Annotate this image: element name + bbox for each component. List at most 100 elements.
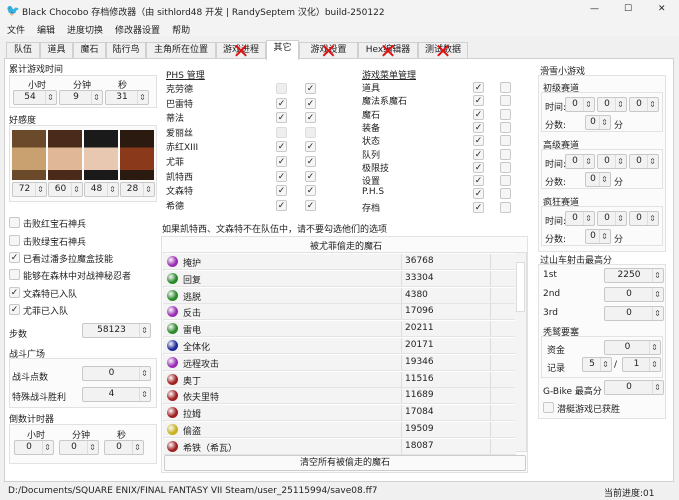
party-checkbox[interactable] bbox=[305, 199, 316, 211]
course-time-spin[interactable]: 0 bbox=[565, 154, 595, 169]
table-row[interactable]: 远程攻击 19346 bbox=[163, 354, 516, 371]
menu-visible-checkbox[interactable] bbox=[473, 201, 484, 213]
course-time-spin[interactable]: 0 bbox=[597, 211, 627, 226]
menu-visible-checkbox[interactable] bbox=[473, 148, 484, 160]
playtime-spin[interactable]: 31 bbox=[105, 90, 149, 105]
phs-checkbox[interactable] bbox=[276, 112, 287, 124]
table-row[interactable]: 偷盗 19509 bbox=[163, 422, 516, 438]
table-row[interactable]: 拉姆 17084 bbox=[163, 405, 516, 422]
course-time-spin[interactable]: 0 bbox=[565, 211, 595, 226]
tab-7[interactable]: 游戏设置 ✕ bbox=[299, 41, 358, 61]
tab-6[interactable]: 其它 bbox=[266, 40, 299, 60]
menu-visible-checkbox[interactable] bbox=[473, 188, 484, 200]
fort-funds-spin[interactable]: 0 bbox=[604, 340, 661, 355]
menu-locked-checkbox[interactable] bbox=[500, 82, 511, 93]
menu-locked-checkbox[interactable] bbox=[500, 135, 511, 147]
gbike-spin[interactable]: 0 bbox=[604, 380, 664, 395]
love-spin[interactable]: 60 bbox=[48, 182, 83, 197]
menu-visible-checkbox[interactable] bbox=[473, 175, 484, 187]
coaster-score-spin[interactable]: 0 bbox=[604, 306, 664, 321]
party-checkbox[interactable] bbox=[305, 170, 316, 182]
menu-item[interactable]: 修改器设置 bbox=[115, 26, 160, 36]
phs-checkbox[interactable] bbox=[276, 156, 287, 167]
menu-locked-checkbox[interactable] bbox=[500, 148, 511, 160]
table-row[interactable]: 雷电 20211 bbox=[163, 321, 516, 338]
maximize-button[interactable]: ☐ bbox=[624, 4, 632, 14]
flag-checkbox[interactable] bbox=[9, 287, 20, 298]
menu-visible-checkbox[interactable] bbox=[473, 108, 484, 120]
table-row[interactable]: 回复 33304 bbox=[163, 270, 516, 287]
flag-checkbox[interactable] bbox=[9, 304, 20, 315]
love-spin[interactable]: 72 bbox=[12, 182, 47, 197]
flag-checkbox[interactable] bbox=[9, 252, 20, 263]
course-time-spin[interactable]: 0 bbox=[565, 97, 595, 112]
minimize-button[interactable]: — bbox=[590, 4, 599, 14]
tab-3[interactable]: 陆行鸟 bbox=[106, 42, 146, 59]
course-score-spin[interactable]: 0 bbox=[585, 115, 611, 130]
tab-9[interactable]: 测试数据 ✕ bbox=[418, 41, 468, 61]
party-checkbox[interactable] bbox=[305, 141, 316, 153]
menu-visible-checkbox[interactable] bbox=[473, 135, 484, 147]
menu-locked-checkbox[interactable] bbox=[500, 175, 511, 187]
love-spin[interactable]: 48 bbox=[84, 182, 119, 197]
table-row[interactable]: 希铁（希瓦） 18087 bbox=[163, 438, 516, 455]
countdown-spin[interactable]: 0 bbox=[59, 440, 99, 455]
battle-points-spin[interactable]: 0 bbox=[82, 366, 151, 381]
phs-checkbox[interactable] bbox=[276, 97, 287, 109]
menu-locked-checkbox[interactable] bbox=[500, 188, 511, 200]
phs-checkbox[interactable] bbox=[276, 141, 287, 153]
course-time-spin[interactable]: 0 bbox=[597, 154, 627, 169]
special-battle-spin[interactable]: 4 bbox=[82, 387, 151, 402]
menu-visible-checkbox[interactable] bbox=[473, 82, 484, 93]
course-time-spin[interactable]: 0 bbox=[597, 97, 627, 112]
phs-checkbox[interactable] bbox=[276, 170, 287, 182]
table-row[interactable]: 奥丁 11516 bbox=[163, 371, 516, 388]
menu-locked-checkbox[interactable] bbox=[500, 161, 511, 173]
menu-locked-checkbox[interactable] bbox=[500, 108, 511, 120]
menu-visible-checkbox[interactable] bbox=[473, 161, 484, 173]
coaster-score-spin[interactable]: 2250 bbox=[604, 268, 664, 283]
table-row[interactable]: 掩护 36768 bbox=[163, 254, 516, 270]
table-row[interactable]: 反击 17096 bbox=[163, 304, 516, 321]
party-checkbox[interactable] bbox=[305, 83, 316, 94]
menu-item[interactable]: 文件 bbox=[7, 26, 25, 36]
table-row[interactable]: 依夫里特 11689 bbox=[163, 388, 516, 405]
table-row[interactable]: 逃脱 4380 bbox=[163, 287, 516, 304]
phs-checkbox[interactable] bbox=[276, 199, 287, 211]
course-time-spin[interactable]: 0 bbox=[629, 211, 659, 226]
table-row[interactable]: 全体化 20171 bbox=[163, 338, 516, 354]
party-checkbox[interactable] bbox=[305, 156, 316, 167]
menu-item[interactable]: 编辑 bbox=[37, 26, 55, 36]
scrollbar-thumb[interactable] bbox=[516, 262, 525, 312]
close-button[interactable]: ✕ bbox=[658, 4, 666, 14]
menu-visible-checkbox[interactable] bbox=[473, 95, 484, 107]
menu-item[interactable]: 进度切换 bbox=[67, 26, 103, 36]
tab-2[interactable]: 魔石 bbox=[73, 42, 106, 59]
menu-locked-checkbox[interactable] bbox=[500, 95, 511, 107]
menu-locked-checkbox[interactable] bbox=[500, 201, 511, 213]
course-score-spin[interactable]: 0 bbox=[585, 229, 611, 244]
submarine-checkbox[interactable] bbox=[543, 402, 554, 413]
tab-1[interactable]: 道具 bbox=[40, 42, 73, 59]
flag-checkbox[interactable] bbox=[9, 269, 20, 280]
party-checkbox[interactable] bbox=[305, 185, 316, 197]
flag-checkbox[interactable] bbox=[9, 217, 20, 228]
love-spin[interactable]: 28 bbox=[120, 182, 155, 197]
phs-checkbox[interactable] bbox=[276, 185, 287, 197]
fort-record-a-spin[interactable]: 5 bbox=[582, 357, 612, 372]
party-checkbox[interactable] bbox=[305, 112, 316, 124]
course-time-spin[interactable]: 0 bbox=[629, 154, 659, 169]
clear-stolen-button[interactable]: 清空所有被偷走的魔石 bbox=[164, 455, 526, 471]
countdown-spin[interactable]: 0 bbox=[14, 440, 54, 455]
playtime-spin[interactable]: 54 bbox=[13, 90, 57, 105]
menu-item[interactable]: 帮助 bbox=[172, 26, 190, 36]
course-score-spin[interactable]: 0 bbox=[585, 172, 611, 187]
tab-8[interactable]: Hex编辑器 ✕ bbox=[358, 41, 418, 61]
course-time-spin[interactable]: 0 bbox=[629, 97, 659, 112]
playtime-spin[interactable]: 9 bbox=[59, 90, 103, 105]
tab-5[interactable]: 游戏进程 ✕ bbox=[216, 41, 266, 61]
flag-checkbox[interactable] bbox=[9, 235, 20, 246]
fort-record-b-spin[interactable]: 1 bbox=[622, 357, 661, 372]
steps-spin[interactable]: 58123 bbox=[82, 323, 151, 338]
menu-locked-checkbox[interactable] bbox=[500, 121, 511, 133]
